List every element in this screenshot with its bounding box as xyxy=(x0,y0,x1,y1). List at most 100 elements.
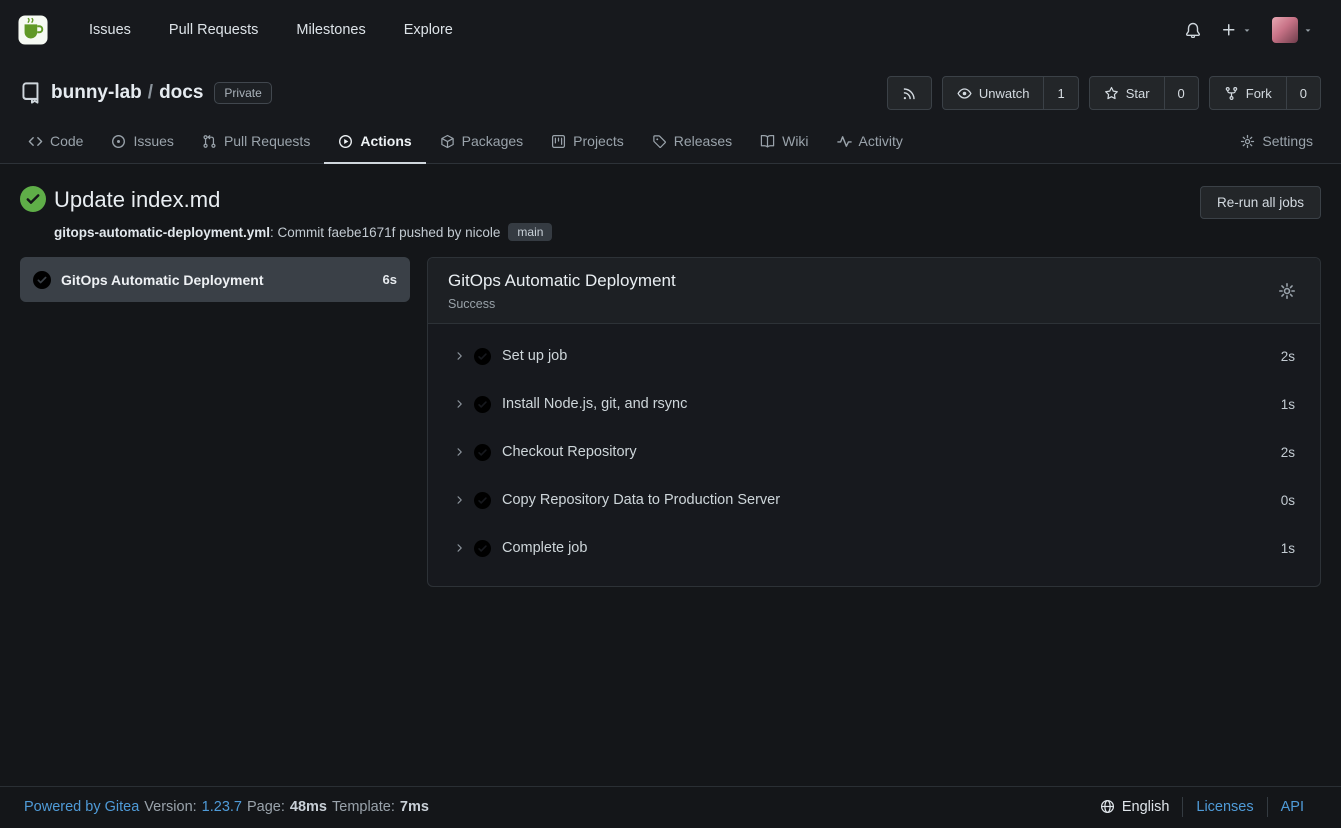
repo-title-row: bunny-lab / docs Private Unwatch 1 Star … xyxy=(0,60,1341,110)
language-menu[interactable]: English xyxy=(1100,799,1183,815)
branch-badge[interactable]: main xyxy=(508,223,552,241)
forks-count[interactable]: 0 xyxy=(1286,77,1320,109)
create-new-button[interactable] xyxy=(1211,14,1262,46)
fork-icon xyxy=(1224,86,1239,101)
gear-icon xyxy=(1278,282,1296,300)
plus-icon xyxy=(1221,22,1237,38)
step-row[interactable]: Install Node.js, git, and rsync 1s xyxy=(428,380,1320,428)
tab-code[interactable]: Code xyxy=(14,120,97,164)
job-status-text: Success xyxy=(448,297,676,311)
repo-name-link[interactable]: docs xyxy=(159,82,203,104)
repo-separator: / xyxy=(148,82,153,104)
nav-explore[interactable]: Explore xyxy=(385,14,472,46)
step-duration: 1s xyxy=(1281,541,1295,556)
tab-label: Issues xyxy=(133,133,173,149)
gitea-logo[interactable] xyxy=(18,15,48,45)
tab-packages[interactable]: Packages xyxy=(426,120,537,164)
issue-icon xyxy=(111,134,126,149)
api-link[interactable]: API xyxy=(1267,797,1317,817)
job-success-icon xyxy=(33,271,51,289)
tab-label: Projects xyxy=(573,133,624,149)
notifications-button[interactable] xyxy=(1175,14,1211,46)
tab-activity[interactable]: Activity xyxy=(823,120,917,164)
step-row[interactable]: Set up job 2s xyxy=(428,332,1320,380)
tab-wiki[interactable]: Wiki xyxy=(746,120,822,164)
repo-tabs: Code Issues Pull Requests Actions Packag… xyxy=(0,120,1341,163)
pull-request-icon xyxy=(202,134,217,149)
chevron-right-icon xyxy=(453,446,465,458)
watchers-count[interactable]: 1 xyxy=(1043,77,1077,109)
watch-button-group: Unwatch 1 xyxy=(942,76,1079,110)
code-icon xyxy=(28,134,43,149)
tab-releases[interactable]: Releases xyxy=(638,120,746,164)
nav-issues[interactable]: Issues xyxy=(70,14,150,46)
footer-left: Powered by Gitea Version: 1.23.7 Page: 4… xyxy=(24,799,429,815)
unwatch-label: Unwatch xyxy=(979,86,1030,101)
page-time-value: 48ms xyxy=(290,799,327,815)
avatar xyxy=(1272,17,1298,43)
step-row[interactable]: Checkout Repository 2s xyxy=(428,428,1320,476)
step-success-icon xyxy=(474,396,491,413)
step-row[interactable]: Copy Repository Data to Production Serve… xyxy=(428,476,1320,524)
pulse-icon xyxy=(837,134,852,149)
version-label: Version: xyxy=(144,799,196,815)
settings-gear-icon xyxy=(1240,134,1255,149)
tab-label: Releases xyxy=(674,133,732,149)
step-name: Install Node.js, git, and rsync xyxy=(502,396,1272,412)
nav-pull-requests[interactable]: Pull Requests xyxy=(150,14,277,46)
run-title: Update index.md xyxy=(54,186,1172,214)
repo-owner-link[interactable]: bunny-lab xyxy=(51,82,142,104)
job-settings-button[interactable] xyxy=(1274,278,1300,304)
run-success-icon xyxy=(20,186,46,212)
job-duration: 6s xyxy=(383,272,397,287)
tab-issues[interactable]: Issues xyxy=(97,120,187,164)
tab-label: Code xyxy=(50,133,83,149)
fork-label: Fork xyxy=(1246,86,1272,101)
step-name: Checkout Repository xyxy=(502,444,1272,460)
job-detail-header: GitOps Automatic Deployment Success xyxy=(428,258,1320,324)
workflow-file-name: gitops-automatic-deployment.yml xyxy=(54,225,270,240)
step-duration: 0s xyxy=(1281,493,1295,508)
repo-header: bunny-lab / docs Private Unwatch 1 Star … xyxy=(0,60,1341,164)
powered-by-gitea-link[interactable]: Powered by Gitea xyxy=(24,799,139,815)
run-title-wrap: Update index.md gitops-automatic-deploym… xyxy=(54,186,1172,241)
version-link[interactable]: 1.23.7 xyxy=(202,799,242,815)
step-row[interactable]: Complete job 1s xyxy=(428,524,1320,572)
job-list: GitOps Automatic Deployment 6s xyxy=(20,257,410,302)
run-header: Update index.md gitops-automatic-deploym… xyxy=(20,186,1321,241)
unwatch-button[interactable]: Unwatch xyxy=(943,77,1044,109)
eye-icon xyxy=(957,86,972,101)
private-badge: Private xyxy=(214,82,271,104)
star-button-group: Star 0 xyxy=(1089,76,1199,110)
package-icon xyxy=(440,134,455,149)
step-name: Copy Repository Data to Production Serve… xyxy=(502,492,1272,508)
chevron-down-icon xyxy=(1242,25,1252,35)
star-button[interactable]: Star xyxy=(1090,77,1164,109)
tab-settings[interactable]: Settings xyxy=(1226,120,1327,164)
star-icon xyxy=(1104,86,1119,101)
tag-icon xyxy=(652,134,667,149)
fork-button[interactable]: Fork xyxy=(1210,77,1286,109)
page-time-label: Page: xyxy=(247,799,285,815)
rss-icon xyxy=(902,86,917,101)
nav-milestones[interactable]: Milestones xyxy=(277,14,384,46)
tab-pull-requests[interactable]: Pull Requests xyxy=(188,120,324,164)
repo-action-buttons: Unwatch 1 Star 0 Fork 0 xyxy=(887,76,1321,110)
licenses-link[interactable]: Licenses xyxy=(1182,797,1266,817)
rerun-all-jobs-button[interactable]: Re-run all jobs xyxy=(1200,186,1321,219)
gitea-logo-icon xyxy=(18,15,48,45)
play-circle-icon xyxy=(338,134,353,149)
template-time-label: Template: xyxy=(332,799,395,815)
bell-icon xyxy=(1185,22,1201,38)
user-menu-button[interactable] xyxy=(1262,9,1323,51)
step-name: Complete job xyxy=(502,540,1272,556)
job-detail-title: GitOps Automatic Deployment xyxy=(448,271,676,291)
run-body: GitOps Automatic Deployment 6s GitOps Au… xyxy=(20,257,1321,587)
globe-icon xyxy=(1100,799,1115,814)
rss-button[interactable] xyxy=(887,76,932,110)
tab-actions[interactable]: Actions xyxy=(324,120,425,164)
stars-count[interactable]: 0 xyxy=(1164,77,1198,109)
chevron-right-icon xyxy=(453,494,465,506)
tab-projects[interactable]: Projects xyxy=(537,120,638,164)
job-list-item[interactable]: GitOps Automatic Deployment 6s xyxy=(20,257,410,302)
